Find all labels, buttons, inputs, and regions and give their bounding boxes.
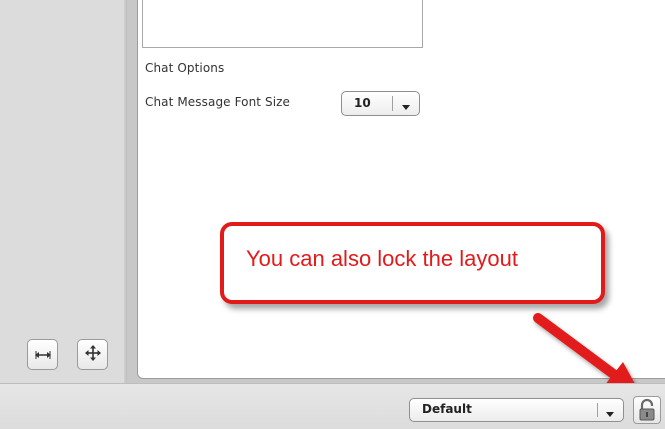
callout-text: You can also lock the layout	[246, 246, 518, 271]
move-panel-button[interactable]	[77, 339, 108, 370]
font-size-select[interactable]: 10	[341, 91, 420, 116]
chevron-down-icon	[605, 404, 615, 423]
chat-preview-box[interactable]	[142, 0, 423, 48]
settings-screen: Chat Options Chat Message Font Size 10 Y…	[0, 0, 665, 429]
layout-select[interactable]: Default	[409, 398, 624, 422]
select-divider	[392, 96, 393, 111]
layout-select-value: Default	[422, 402, 472, 416]
callout-arrow	[533, 313, 640, 393]
resize-horizontal-icon	[34, 345, 51, 364]
chevron-down-icon	[401, 97, 411, 116]
chat-options-heading: Chat Options	[145, 61, 225, 75]
resize-panel-button[interactable]	[27, 339, 58, 370]
font-size-value: 10	[354, 96, 371, 110]
annotation-callout: You can also lock the layout	[220, 222, 605, 304]
lock-layout-button[interactable]	[633, 396, 661, 424]
move-icon	[84, 344, 101, 365]
font-size-label: Chat Message Font Size	[145, 95, 291, 109]
left-sidebar	[0, 0, 128, 383]
select-divider	[597, 403, 598, 417]
